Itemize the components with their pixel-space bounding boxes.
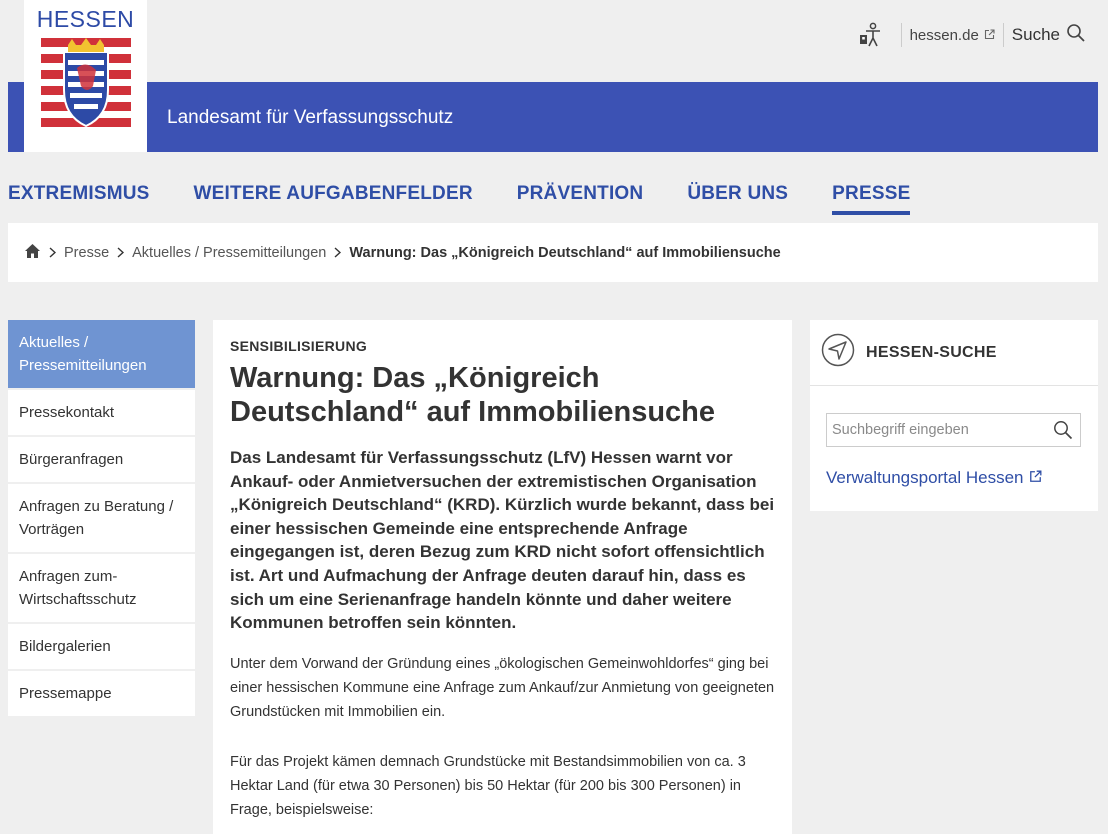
- top-bar: hessen.de Suche: [0, 0, 1108, 82]
- search-submit-button[interactable]: [1046, 414, 1080, 446]
- site-banner: Landesamt für Verfassungsschutz: [8, 82, 1098, 152]
- breadcrumb-current: Warnung: Das „Königreich Deutschland“ au…: [349, 244, 781, 261]
- sidebar-item-bildergalerien[interactable]: Bildergalerien: [8, 624, 195, 671]
- verwaltungsportal-link[interactable]: Verwaltungsportal Hessen: [826, 468, 1042, 488]
- accessibility-icon[interactable]: [857, 22, 883, 48]
- hessen-de-label: hessen.de: [909, 26, 979, 44]
- section-sidebar: Aktuelles / Pressemitteilungen Pressekon…: [8, 320, 195, 718]
- home-icon[interactable]: [24, 243, 41, 263]
- divider: [1002, 23, 1004, 47]
- verwaltungsportal-label: Verwaltungsportal Hessen: [826, 468, 1024, 487]
- nav-extremismus[interactable]: EXTREMISMUS: [8, 183, 150, 215]
- sidebar-item-aktuelles[interactable]: Aktuelles / Pressemitteilungen: [8, 320, 195, 390]
- logo-text: HESSEN: [36, 6, 135, 32]
- search-icon: [1054, 421, 1073, 440]
- search-input[interactable]: [827, 414, 1046, 446]
- article-content: SENSIBILISIERUNG Warnung: Das „Königreic…: [213, 320, 792, 834]
- article-title: Warnung: Das „Königreich Deutschland“ au…: [230, 362, 716, 428]
- external-link-icon: [984, 27, 995, 44]
- sidebar-item-pressemappe[interactable]: Pressemappe: [8, 671, 195, 718]
- hessen-logo[interactable]: HESSEN: [24, 0, 147, 152]
- nav-praevention[interactable]: PRÄVENTION: [517, 183, 644, 215]
- hessen-search-box: HESSEN-SUCHE Verwaltungsportal Hessen: [810, 320, 1098, 511]
- sidebar-item-anfragen-beratung[interactable]: Anfragen zu Beratung / Vorträgen: [8, 484, 195, 554]
- article-lead: Das Landesamt für Verfassungsschutz (LfV…: [230, 448, 775, 633]
- breadcrumb-item[interactable]: Presse: [64, 245, 109, 261]
- nav-weitere-aufgabenfelder[interactable]: WEITERE AUFGABENFELDER: [194, 183, 473, 215]
- chevron-right-icon: [49, 245, 57, 261]
- chevron-right-icon: [334, 245, 342, 261]
- breadcrumb: Presse Aktuelles / Pressemitteilungen Wa…: [8, 223, 1098, 282]
- external-link-icon: [1029, 468, 1042, 488]
- sidebar-item-anfragen-wirtschaftsschutz[interactable]: Anfragen zum-Wirtschaftsschutz: [8, 554, 195, 624]
- chevron-right-icon: [117, 245, 125, 261]
- utility-nav: hessen.de Suche: [857, 20, 1086, 50]
- sidebar-item-buergeranfragen[interactable]: Bürgeranfragen: [8, 437, 195, 484]
- send-icon: [821, 333, 855, 372]
- search-box-header: HESSEN-SUCHE: [810, 320, 1098, 386]
- search-toggle-button[interactable]: Suche: [1012, 23, 1086, 48]
- hessen-de-link[interactable]: hessen.de: [910, 27, 995, 44]
- divider: [900, 23, 902, 47]
- main-navigation: EXTREMISMUS WEITERE AUFGABENFELDER PRÄVE…: [8, 183, 954, 215]
- nav-presse[interactable]: PRESSE: [832, 183, 911, 215]
- banner-title[interactable]: Landesamt für Verfassungsschutz: [167, 107, 453, 129]
- search-field: [826, 413, 1081, 447]
- sidebar-item-pressekontakt[interactable]: Pressekontakt: [8, 390, 195, 437]
- article-paragraph: Für das Projekt kämen demnach Grundstück…: [230, 753, 746, 818]
- breadcrumb-item[interactable]: Aktuelles / Pressemitteilungen: [132, 245, 326, 261]
- article-kicker: SENSIBILISIERUNG: [230, 338, 368, 354]
- search-icon: [1060, 23, 1086, 48]
- coat-of-arms-icon: [41, 38, 131, 128]
- search-box-title: HESSEN-SUCHE: [866, 343, 997, 361]
- nav-ueber-uns[interactable]: ÜBER UNS: [687, 183, 788, 215]
- search-label: Suche: [1011, 25, 1060, 44]
- article-paragraph: Unter dem Vorwand der Gründung eines „ök…: [230, 655, 775, 720]
